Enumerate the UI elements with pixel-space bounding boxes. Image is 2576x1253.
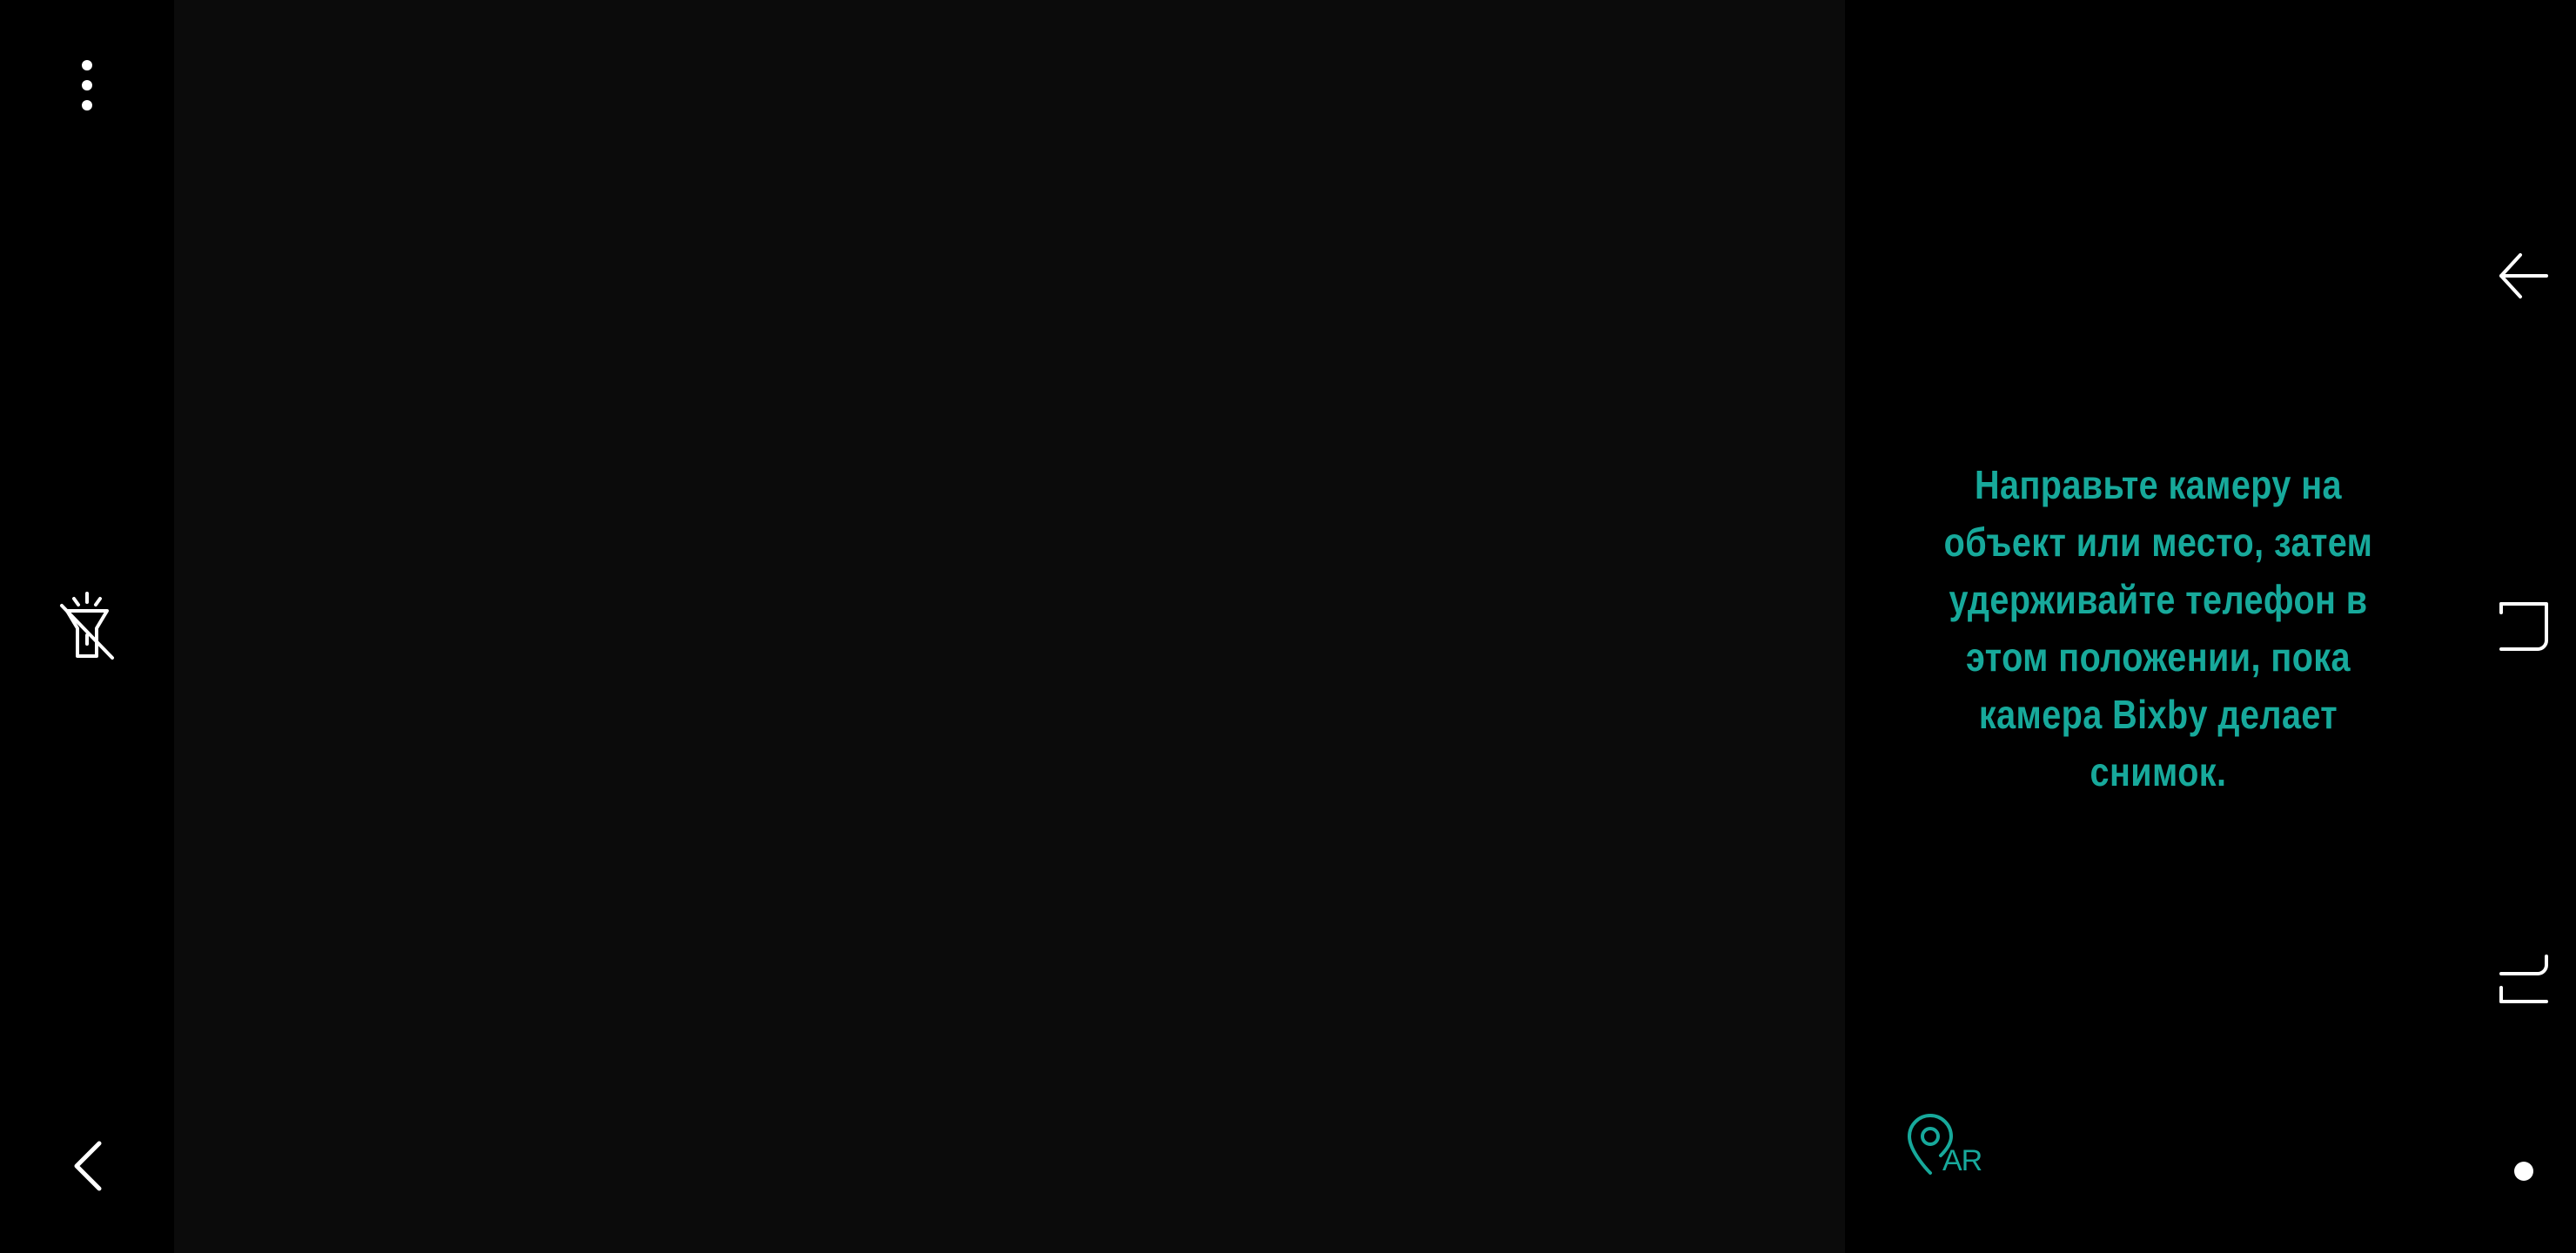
hint-message: Направьте камеру на объект или место, за… bbox=[1926, 456, 2390, 801]
nav-recents-button[interactable] bbox=[2472, 935, 2576, 1022]
nav-home-icon bbox=[2499, 602, 2548, 651]
hint-line: удерживайте телефон в bbox=[1949, 577, 2368, 622]
ar-mode-button[interactable]: AR bbox=[1904, 1114, 1991, 1183]
system-navigation-bar bbox=[2472, 0, 2576, 1253]
bixby-vision-screen: Направьте камеру на объект или место, за… bbox=[0, 0, 2576, 1253]
nav-back-button[interactable] bbox=[2472, 232, 2576, 319]
info-panel: Направьте камеру на объект или место, за… bbox=[1845, 0, 2472, 1253]
chevron-left-icon bbox=[74, 1141, 102, 1191]
back-button[interactable] bbox=[52, 1131, 122, 1201]
nav-dot-button[interactable] bbox=[2472, 1128, 2576, 1215]
flash-toggle-button[interactable] bbox=[44, 583, 131, 670]
hint-line: камера Bixby делает bbox=[1978, 692, 2338, 737]
more-vertical-icon bbox=[82, 60, 92, 111]
hint-line: объект или место, затем bbox=[1943, 519, 2373, 565]
ar-label: AR bbox=[1942, 1144, 1982, 1177]
hint-line: этом положении, пока bbox=[1966, 634, 2351, 680]
hint-line: снимок. bbox=[2090, 749, 2227, 794]
flash-off-icon bbox=[60, 592, 114, 660]
nav-back-icon bbox=[2499, 253, 2548, 298]
left-control-bar bbox=[0, 0, 174, 1253]
nav-dot-icon bbox=[2514, 1162, 2533, 1181]
hint-line: Направьте камеру на bbox=[1975, 462, 2342, 507]
nav-recents-icon bbox=[2499, 955, 2548, 1003]
more-options-button[interactable] bbox=[52, 50, 122, 120]
nav-home-button[interactable] bbox=[2472, 583, 2576, 670]
camera-viewfinder[interactable] bbox=[174, 0, 1845, 1253]
